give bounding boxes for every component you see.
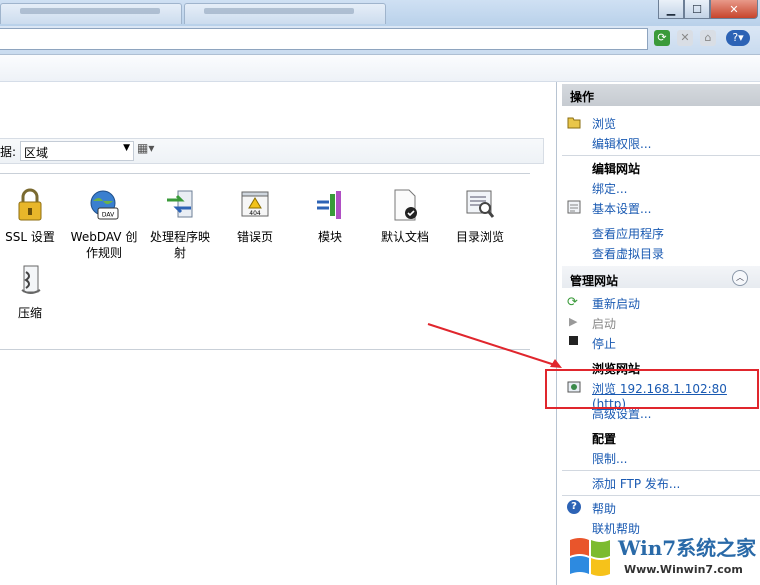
help-icon: ? — [567, 500, 581, 514]
feature-ssl-settings[interactable]: SSL 设置 — [0, 188, 65, 245]
chevron-down-icon: ▼ — [123, 143, 130, 153]
watermark-brand: Win7系统之家 — [618, 536, 757, 560]
modules-icon — [317, 191, 341, 219]
feature-webdav[interactable]: DAV WebDAV 创作规则 — [69, 188, 139, 261]
explore-link[interactable]: 浏览 — [592, 115, 616, 132]
watermark: Win7系统之家 Www.Winwin7.com — [566, 530, 758, 582]
restart-icon: ⟳ — [567, 295, 578, 310]
divider — [0, 173, 530, 174]
error-page-icon: 404 — [241, 191, 269, 217]
start-icon: ▶ — [569, 315, 578, 328]
tab-title-blurred — [204, 8, 354, 14]
address-input[interactable] — [0, 28, 648, 50]
feature-error-pages[interactable]: 404 错误页 — [220, 188, 290, 245]
basic-settings-link[interactable]: 基本设置... — [592, 200, 651, 217]
feature-directory-browsing[interactable]: 目录浏览 — [445, 188, 515, 245]
collapse-icon[interactable]: ︿ — [732, 270, 748, 286]
manage-site-heading: 管理网站 — [570, 274, 619, 288]
feature-label: 默认文档 — [380, 230, 429, 244]
directory-browsing-icon — [466, 190, 495, 218]
svg-text:DAV: DAV — [102, 212, 115, 219]
actions-panel — [556, 82, 760, 585]
feature-label: 模块 — [317, 230, 342, 244]
actions-title: 操作 — [570, 90, 595, 104]
restart-link[interactable]: 重新启动 — [592, 295, 640, 312]
edit-permissions-link[interactable]: 编辑权限... — [592, 135, 651, 152]
folder-explore-icon — [567, 117, 581, 129]
default-document-icon — [394, 189, 417, 221]
group-by-select[interactable]: 区域 ▼ — [20, 141, 134, 161]
feature-compression[interactable]: 压缩 — [0, 264, 65, 321]
close-button[interactable]: ✕ — [710, 0, 758, 19]
handler-mappings-icon — [167, 190, 193, 218]
view-mode-icon[interactable]: ▦▾ — [137, 141, 163, 159]
stop-link[interactable]: 停止 — [592, 335, 616, 352]
lock-icon — [18, 188, 42, 221]
refresh-icon[interactable]: ⟳ — [654, 30, 670, 46]
view-applications-link[interactable]: 查看应用程序 — [592, 225, 664, 242]
group-by-value: 区域 — [24, 146, 49, 160]
home-icon[interactable]: ⌂ — [700, 30, 716, 46]
stop-icon[interactable]: ✕ — [677, 30, 693, 46]
feature-label: 处理程序映射 — [149, 230, 210, 260]
stop-square-icon — [569, 336, 578, 345]
configure-heading: 配置 — [592, 432, 617, 446]
compression-icon — [21, 265, 41, 294]
feature-label: WebDAV 创作规则 — [70, 230, 138, 260]
menu-strip — [0, 55, 760, 82]
divider — [562, 155, 760, 156]
basic-settings-icon — [567, 200, 581, 214]
view-virtual-directories-link[interactable]: 查看虚拟目录 — [592, 245, 664, 262]
help-link[interactable]: 帮助 — [592, 500, 616, 517]
watermark-url: Www.Winwin7.com — [624, 563, 743, 576]
feature-label: 压缩 — [17, 306, 42, 320]
minimize-button[interactable]: ▁ — [658, 0, 684, 19]
bindings-link[interactable]: 绑定... — [592, 180, 627, 197]
feature-modules[interactable]: 模块 — [295, 188, 365, 245]
red-arrow-icon — [427, 323, 562, 368]
feature-label: 错误页 — [236, 230, 273, 244]
edit-site-heading: 编辑网站 — [592, 162, 641, 176]
limits-link[interactable]: 限制... — [592, 450, 627, 467]
divider — [562, 495, 760, 496]
webdav-icon: DAV — [90, 190, 119, 220]
feature-handler-mappings[interactable]: 处理程序映射 — [145, 188, 215, 261]
highlight-box — [545, 369, 759, 409]
group-by-label: 据: — [0, 145, 17, 159]
feature-label: SSL 设置 — [5, 230, 55, 244]
feature-label: 目录浏览 — [455, 230, 504, 244]
add-ftp-publishing-link[interactable]: 添加 FTP 发布... — [592, 475, 680, 492]
windows-logo-icon — [570, 538, 610, 576]
divider — [562, 470, 760, 471]
svg-text:404: 404 — [249, 210, 261, 217]
tab-title-blurred — [20, 8, 160, 14]
start-link[interactable]: 启动 — [592, 315, 616, 332]
help-dropdown-icon[interactable]: ?▾ — [726, 30, 750, 46]
maximize-button[interactable]: ☐ — [684, 0, 710, 19]
feature-default-document[interactable]: 默认文档 — [370, 188, 440, 245]
